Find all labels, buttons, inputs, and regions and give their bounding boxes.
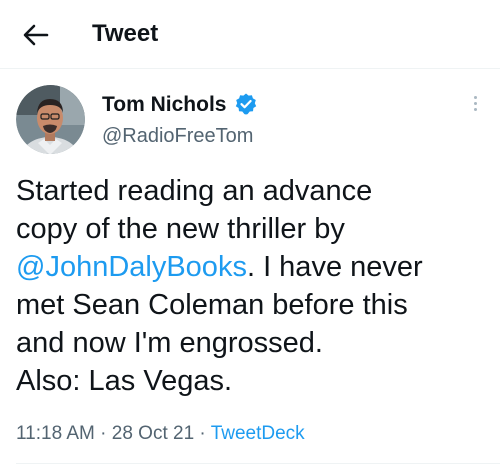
author-name[interactable]: Tom Nichols xyxy=(102,92,226,118)
author-handle[interactable]: @RadioFreeTom xyxy=(102,123,253,149)
avatar[interactable] xyxy=(16,85,85,154)
meta-separator: · xyxy=(194,423,211,444)
tweet-text-line: Also: Las Vegas. xyxy=(16,365,233,397)
tweet-text-line: @JohnDalyBooks. I have never xyxy=(16,248,486,286)
profile-photo xyxy=(16,85,85,154)
tweet-text-line: met Sean Coleman before this xyxy=(16,289,408,321)
divider xyxy=(16,463,500,464)
arrow-left-icon xyxy=(23,24,49,46)
tweet: Tom Nichols @RadioFreeTom Started readin… xyxy=(0,69,500,465)
verified-badge-icon xyxy=(234,92,258,116)
tweet-text-line: Started reading an advance xyxy=(16,175,373,207)
tweet-date[interactable]: 28 Oct 21 xyxy=(112,423,194,444)
page-title: Tweet xyxy=(92,20,159,47)
tweet-meta: 11:18 AM · 28 Oct 21 · TweetDeck xyxy=(16,421,305,447)
tweet-text-fragment: . I have never xyxy=(246,251,423,283)
top-bar: Tweet xyxy=(0,0,500,69)
tweet-text-line: and now I'm engrossed. xyxy=(16,327,323,359)
tweet-source-link[interactable]: TweetDeck xyxy=(211,423,305,444)
more-options-button[interactable] xyxy=(468,93,482,117)
tweet-text-line: copy of the new thriller by xyxy=(16,213,345,245)
tweet-time[interactable]: 11:18 AM xyxy=(16,423,95,444)
more-vertical-icon xyxy=(473,96,477,99)
meta-separator: · xyxy=(94,423,112,444)
tweet-text: Started reading an advance copy of the n… xyxy=(16,172,486,400)
back-button[interactable] xyxy=(21,20,51,50)
mention-link[interactable]: @JohnDalyBooks xyxy=(16,251,247,283)
